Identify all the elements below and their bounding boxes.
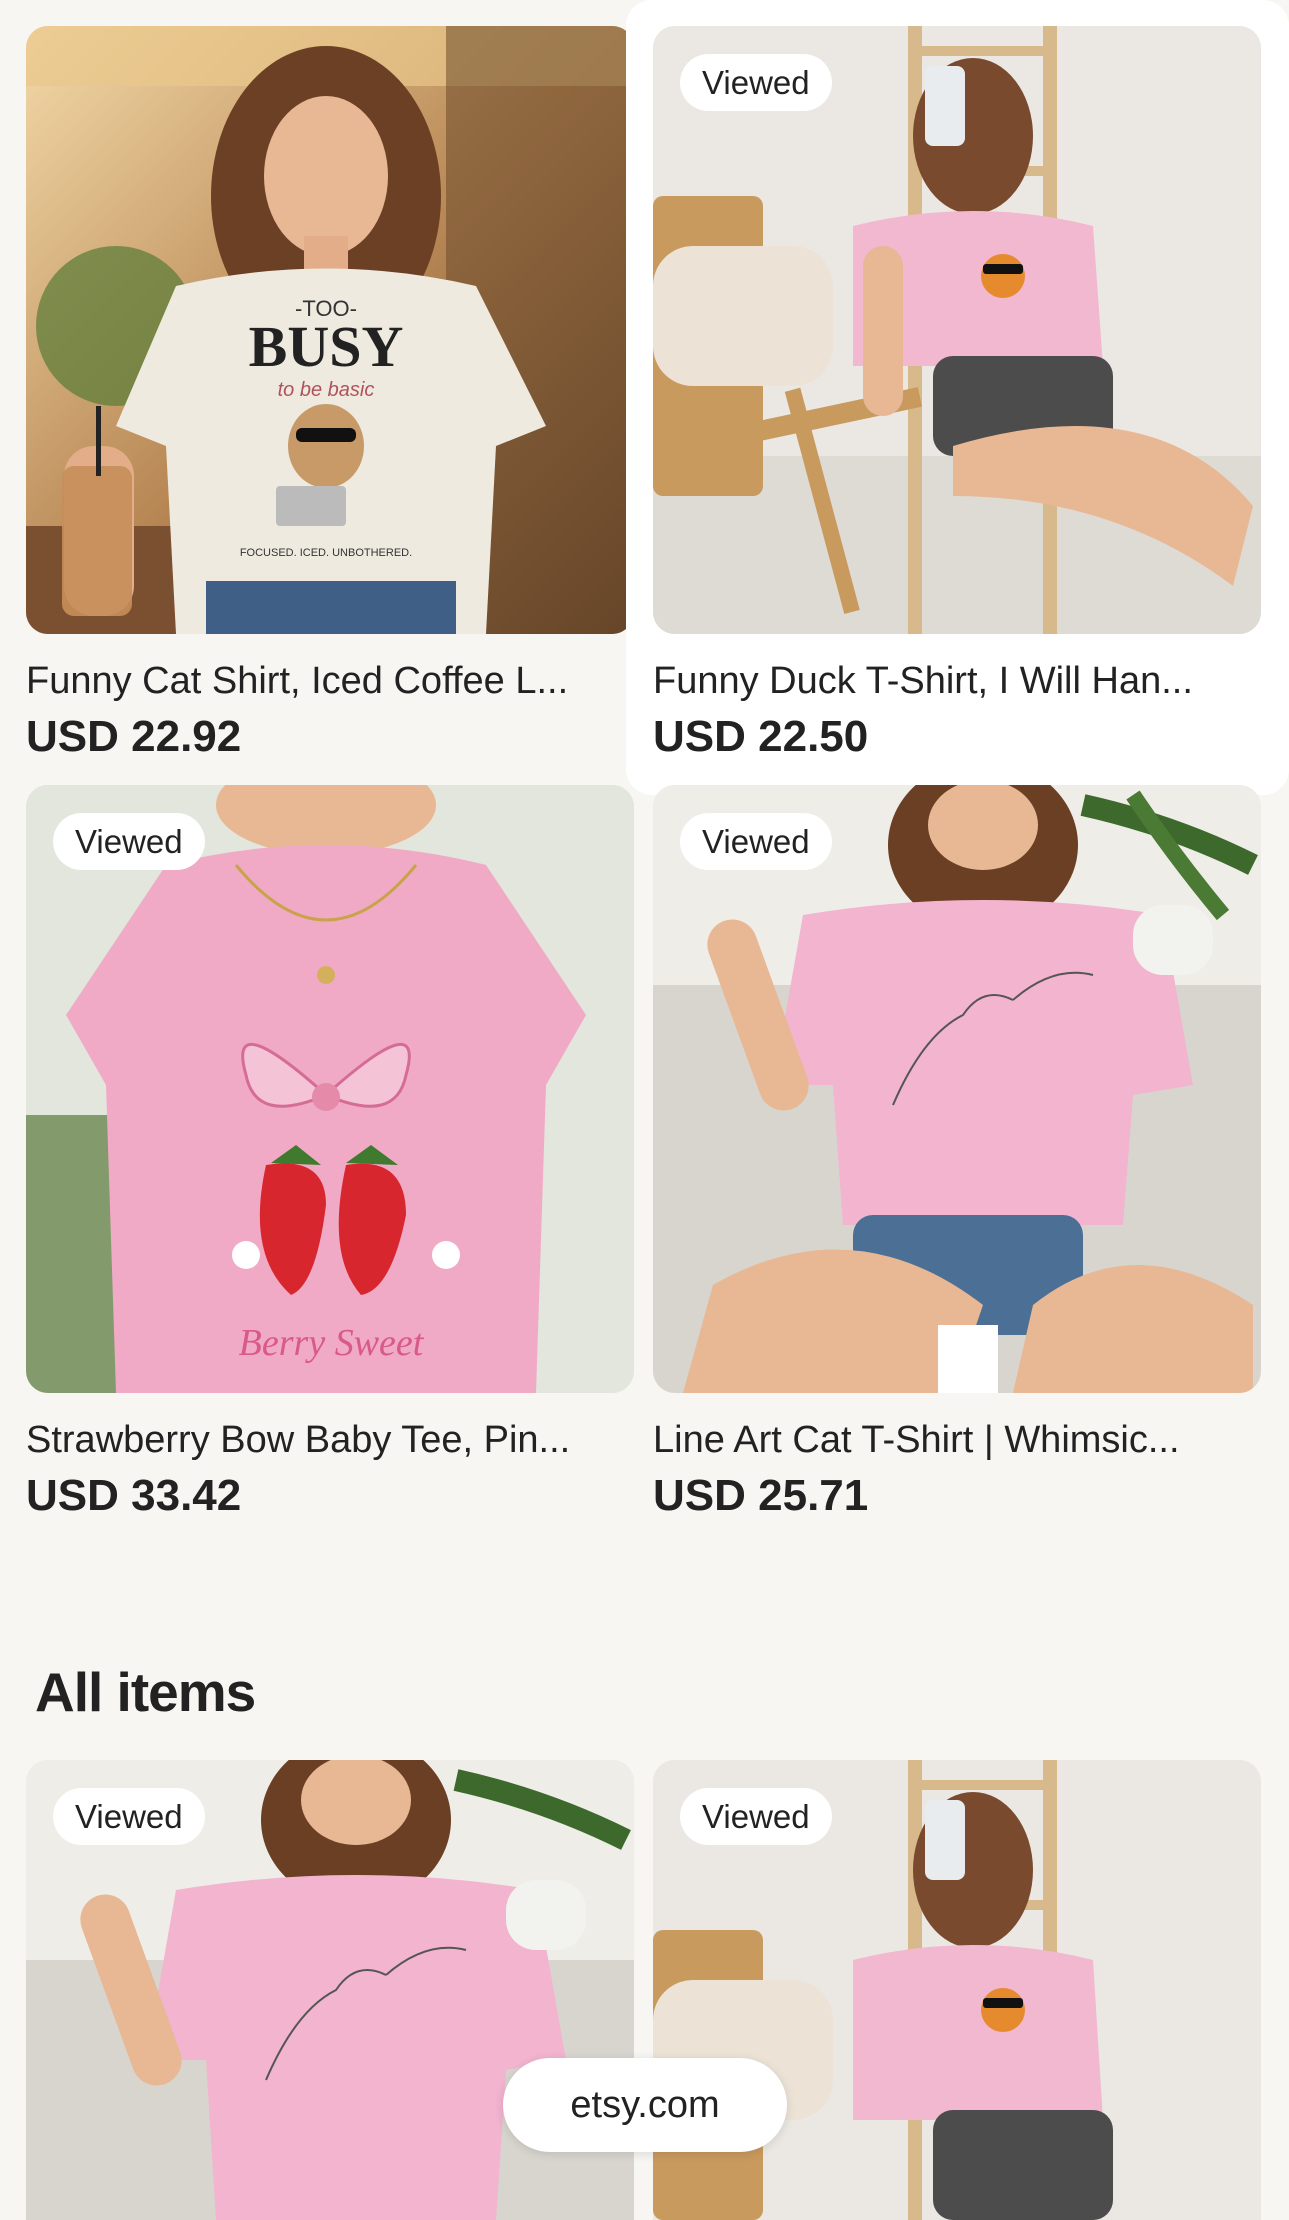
- print-bottom-text: FOCUSED. ICED. UNBOTHERED.: [240, 547, 412, 559]
- listing-price: USD 33.42: [26, 1471, 242, 1520]
- product-photo-duck-tee: [653, 26, 1261, 634]
- url-text: etsy.com: [570, 2083, 720, 2126]
- print-main-text: BUSY: [249, 314, 404, 379]
- listing-price: USD 22.50: [653, 712, 869, 761]
- listing-price: USD 25.71: [653, 1471, 869, 1520]
- viewed-badge: Viewed: [53, 1788, 205, 1845]
- listing-image[interactable]: Berry Sweet Viewed: [26, 785, 634, 1393]
- listing-image[interactable]: Viewed: [653, 785, 1261, 1393]
- section-heading-all-items: All items: [35, 1661, 256, 1723]
- viewed-badge: Viewed: [680, 1788, 832, 1845]
- listing-card[interactable]: Viewed Funny Duck T-Shirt, I Will Han...…: [626, 0, 1289, 795]
- listing-title[interactable]: Funny Duck T-Shirt, I Will Han...: [653, 658, 1261, 704]
- browser-url-bar[interactable]: etsy.com: [503, 2058, 787, 2152]
- listing-card[interactable]: -TOO- BUSY to be basic FOCUSED. ICED. UN…: [26, 26, 634, 766]
- product-photo-strawberry-bow-tee: Berry Sweet: [26, 785, 634, 1393]
- product-photo-busy-cat-tee: -TOO- BUSY to be basic FOCUSED. ICED. UN…: [26, 26, 634, 634]
- listing-title[interactable]: Strawberry Bow Baby Tee, Pin...: [26, 1417, 634, 1463]
- viewed-badge: Viewed: [680, 54, 832, 111]
- listing-image[interactable]: Viewed: [653, 26, 1261, 634]
- viewed-badge: Viewed: [53, 813, 205, 870]
- listing-title[interactable]: Line Art Cat T-Shirt | Whimsic...: [653, 1417, 1261, 1463]
- viewed-badge: Viewed: [680, 813, 832, 870]
- print-sub-text: to be basic: [278, 379, 375, 401]
- listing-price: USD 22.92: [26, 712, 242, 761]
- print-main-text: Berry Sweet: [239, 1322, 425, 1364]
- listing-card[interactable]: Berry Sweet Viewed Strawberry Bow Baby T…: [26, 785, 634, 1525]
- listing-card[interactable]: Viewed Line Art Cat T-Shirt | Whimsic...…: [653, 785, 1261, 1525]
- listing-image[interactable]: -TOO- BUSY to be basic FOCUSED. ICED. UN…: [26, 26, 634, 634]
- product-photo-line-art-cat-tee: [653, 785, 1261, 1393]
- listing-title[interactable]: Funny Cat Shirt, Iced Coffee L...: [26, 658, 634, 704]
